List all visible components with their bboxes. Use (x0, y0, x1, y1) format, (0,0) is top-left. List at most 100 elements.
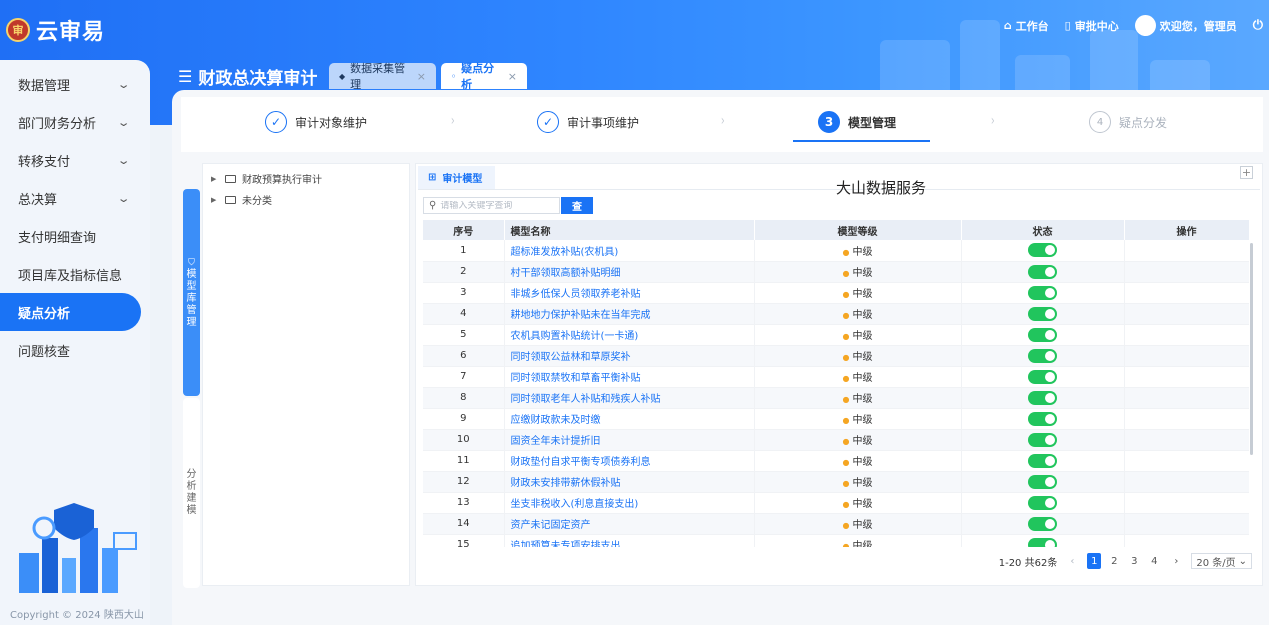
status-toggle[interactable] (1028, 390, 1057, 405)
level-label: 中级 (852, 415, 873, 426)
model-name-link[interactable]: 耕地地力保护补贴未在当年完成 (504, 303, 755, 325)
sidebar-item[interactable]: 疑点分析 (0, 293, 141, 331)
close-icon[interactable]: × (508, 70, 517, 83)
action-cell (1124, 471, 1249, 493)
status-toggle[interactable] (1028, 537, 1057, 547)
vertical-scrollbar[interactable] (1250, 243, 1253, 455)
model-name-link[interactable]: 村干部领取高额补贴明细 (504, 261, 755, 283)
app-logo[interactable]: 审 云审易 (6, 14, 105, 46)
welcome-text: 欢迎您，管理员 (1159, 19, 1237, 33)
page-number[interactable]: 4 (1147, 553, 1161, 569)
status-toggle[interactable] (1028, 285, 1057, 300)
status-toggle[interactable] (1028, 348, 1057, 363)
model-name-link[interactable]: 应缴财政款未及时缴 (504, 408, 755, 430)
chevron-down-icon: ⌄ (116, 191, 131, 205)
chevron-down-icon: ⌄ (1238, 555, 1247, 567)
vtab-analysis-modeling[interactable]: 分析建模 (183, 398, 200, 588)
sidebar-item[interactable]: 支付明细查询 (0, 217, 150, 255)
tree-node[interactable]: ▶ 财政预算执行审计 (203, 168, 409, 189)
tab-dot-icon: ◦ (451, 71, 457, 81)
close-icon[interactable]: × (417, 70, 426, 83)
status-toggle[interactable] (1028, 306, 1057, 321)
sidebar-item[interactable]: 转移支付 ⌄ (0, 141, 150, 179)
status-toggle[interactable] (1028, 369, 1057, 384)
page-size-label: 20 条/页 (1196, 557, 1236, 569)
page-size-select[interactable]: 20 条/页 ⌄ (1191, 553, 1252, 569)
action-cell (1124, 324, 1249, 346)
vtab-model-library[interactable]: ⛉ 模型库管理 (183, 189, 200, 396)
model-name-link[interactable]: 坐支非税收入(利息直接支出) (504, 492, 755, 514)
caret-right-icon[interactable]: ▶ (211, 196, 219, 204)
status-toggle[interactable] (1028, 432, 1057, 447)
model-level: ● 中级 (754, 513, 962, 535)
step-audit-item[interactable]: ✓ 审计事项维护 (537, 111, 639, 133)
sidebar-item[interactable]: 部门财务分析 ⌄ (0, 103, 150, 141)
model-level: ● 中级 (754, 408, 962, 430)
step-number: 3 (818, 111, 840, 133)
chevron-down-icon: ⌄ (116, 153, 131, 167)
model-name-link[interactable]: 超标准发放补贴(农机具) (504, 240, 755, 262)
status-cell (961, 450, 1125, 472)
row-index: 15 (423, 534, 505, 547)
status-toggle[interactable] (1028, 264, 1057, 279)
model-level: ● 中级 (754, 282, 962, 304)
user-menu[interactable]: 欢迎您，管理员 (1134, 15, 1237, 36)
caret-right-icon[interactable]: ▶ (211, 175, 219, 183)
model-name-link[interactable]: 同时领取老年人补贴和残疾人补贴 (504, 387, 755, 409)
page-number[interactable]: 3 (1127, 553, 1141, 569)
level-dot-icon: ● (842, 395, 850, 404)
sidebar-item-label: 项目库及指标信息 (18, 268, 123, 284)
prev-page-icon[interactable]: ‹ (1065, 553, 1079, 569)
tree-node[interactable]: ▶ 未分类 (203, 189, 409, 210)
model-name-link[interactable]: 财政垫付自求平衡专项债券利息 (504, 450, 755, 472)
add-icon[interactable]: + (1240, 166, 1253, 179)
workbench-link[interactable]: ⌂ 工作台 (1004, 18, 1049, 34)
vtab-label: 模型库管理 (186, 268, 197, 328)
search-input[interactable] (440, 200, 553, 211)
page-title: ☰ 财政总决算审计 (178, 64, 317, 89)
step-audit-object[interactable]: ✓ 审计对象维护 (265, 111, 367, 133)
page-number[interactable]: 2 (1107, 553, 1121, 569)
page-number[interactable]: 1 (1087, 553, 1102, 569)
row-index: 14 (423, 513, 505, 535)
approval-center-label: 审批中心 (1074, 19, 1119, 33)
menu-icon[interactable]: ☰ (178, 67, 192, 86)
model-name-link[interactable]: 同时领取禁牧和草畜平衡补贴 (504, 366, 755, 388)
tab-suspicion-analysis[interactable]: ◦ 疑点分析 × (441, 62, 527, 91)
status-toggle[interactable] (1028, 411, 1057, 426)
sidebar-item[interactable]: 问题核查 (0, 331, 150, 369)
status-toggle[interactable] (1028, 474, 1057, 489)
model-name-link[interactable]: 同时领取公益林和草原奖补 (504, 345, 755, 367)
status-toggle[interactable] (1028, 243, 1057, 258)
model-name-link[interactable]: 农机具购置补贴统计(一卡通) (504, 324, 755, 346)
tab-data-collection[interactable]: ◆ 数据采集管理 × (329, 62, 436, 91)
approval-center-link[interactable]: ▯ 审批中心 (1065, 18, 1119, 34)
next-page-icon[interactable]: › (1169, 553, 1183, 569)
table-row: 7 同时领取禁牧和草畜平衡补贴 ● 中级 (423, 366, 1249, 388)
status-toggle[interactable] (1028, 327, 1057, 342)
action-cell (1124, 450, 1249, 472)
model-name-link[interactable]: 非城乡低保人员领取养老补贴 (504, 282, 755, 304)
model-name-link[interactable]: 财政未安排带薪休假补贴 (504, 471, 755, 493)
search-button[interactable]: 查 询 (561, 197, 593, 228)
col-header-status: 状态 (961, 220, 1125, 240)
sidebar-item[interactable]: 数据管理 ⌄ (0, 65, 150, 103)
status-toggle[interactable] (1028, 495, 1057, 510)
step-distribution[interactable]: 4 疑点分发 (1089, 111, 1167, 133)
level-dot-icon: ● (842, 290, 850, 299)
sidebar-item[interactable]: 总决算 ⌄ (0, 179, 150, 217)
sidebar-item[interactable]: 项目库及指标信息 (0, 255, 150, 293)
status-toggle[interactable] (1028, 516, 1057, 531)
chevron-down-icon: ⌄ (116, 115, 131, 129)
step-model-management[interactable]: 3 模型管理 (818, 111, 896, 133)
status-toggle[interactable] (1028, 453, 1057, 468)
row-index: 10 (423, 429, 505, 451)
model-name-link[interactable]: 资产未记固定资产 (504, 513, 755, 535)
sidebar-item-label: 总决算 (18, 192, 58, 208)
logout-icon[interactable]: ⏻ (1253, 18, 1263, 33)
model-table: 序号 模型名称 模型等级 状态 操作 1 超标准发放补贴(农机具) ● 中级 2 村干部领… (423, 220, 1249, 547)
action-cell (1124, 492, 1249, 514)
model-name-link[interactable]: 追加预算未专项安排支出 (504, 534, 755, 547)
tab-audit-model[interactable]: ⊞ 审计模型 (418, 166, 495, 189)
model-name-link[interactable]: 固资全年未计提折旧 (504, 429, 755, 451)
